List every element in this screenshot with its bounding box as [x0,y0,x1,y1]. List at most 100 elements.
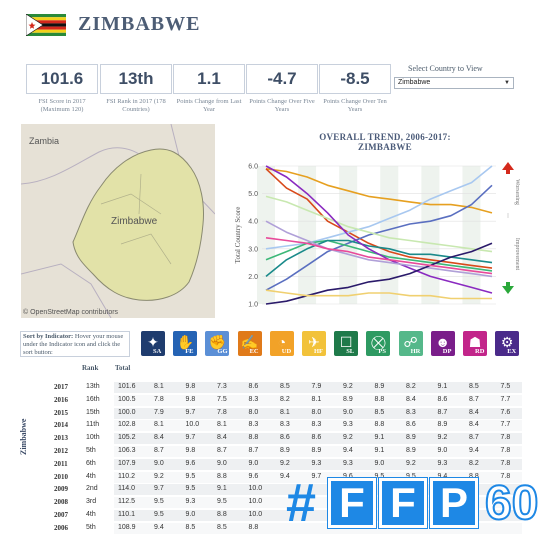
rank-cell: 13th [86,383,100,390]
indicator-value-cell: 8.8 [217,472,227,480]
rank-header[interactable]: Rank [82,364,98,372]
indicator-value-cell: 8.3 [280,421,290,429]
change-five-years-card: -4.7 [246,64,318,94]
worsening-arrow-icon [502,162,514,170]
indicator-value-cell: 9.2 [154,472,164,480]
indicator-value-cell: 8.3 [248,395,259,403]
indicator-value-cell: 8.5 [469,383,479,390]
total-cell: 108.9 [118,523,136,531]
indicator-value-cell: 9.0 [374,459,385,467]
indicator-value-cell: 8.1 [280,408,290,416]
indicator-value-cell: 8.7 [154,447,164,454]
total-cell: 107.9 [118,459,136,467]
indicator-value-cell: 8.2 [280,395,290,403]
indicator-value-cell: 7.5 [500,383,511,390]
rank-cell: 4th [86,511,96,518]
year-cell: 2017 [54,383,68,391]
indicator-value-cell: 9.5 [154,511,164,518]
rank-cell: 15th [86,408,100,416]
indicator-code: HF [314,348,324,355]
table-row[interactable]: 2017 13th 101.6 8.1 9.8 7.3 8.6 8.5 7.9 9.2 8.9 8.2… [46,382,522,393]
indicator-value-cell: 9.5 [217,498,227,506]
year-cell: 2007 [54,511,68,519]
watermark-letter: P [430,478,478,528]
indicator-code: SA [153,348,162,355]
watermark-hash: # [285,473,317,533]
table-row[interactable]: 2012 5th 106.3 8.7 9.8 8.7 8.7 8.9 8.9 9.4 9.1 8.9 9… [46,446,522,457]
table-row[interactable]: 2014 11th 102.8 8.1 10.0 8.1 8.3 8.3 8.3 9.3 8.8 8.… [46,420,522,432]
fsi-rank-caption: FSI Rank in 2017 (178 Countries) [106,98,166,113]
rank-cell: 10th [86,434,100,442]
y-tick-label: 2.0 [248,274,258,281]
indicator-value-cell: 8.9 [437,421,448,429]
indicator-value-cell: 7.8 [500,459,511,467]
rank-cell: 6th [86,459,96,467]
country-select[interactable]: Zimbabwe ▼ [394,77,514,89]
indicator-value-cell: 9.2 [437,434,448,442]
year-cell: 2011 [54,459,68,468]
indicator-value-cell: 8.4 [406,395,416,403]
indicator-value-cell: 9.7 [185,408,196,416]
map-credit: © OpenStreetMap contributors [23,309,119,316]
indicator-value-cell: 9.8 [185,447,196,454]
indicator-value-cell: 8.9 [280,447,290,454]
year-cell: 2016 [54,395,68,404]
sort-hint-title: Sort by Indicator: [23,333,74,340]
indicator-code: EC [249,348,259,355]
year-band [257,166,275,304]
table-row[interactable]: 2015 15th 100.0 7.9 9.7 7.8 8.0 8.1 8.0 9.0 8.5 8.3… [46,407,522,419]
indicator-value-cell: 9.5 [185,472,196,480]
year-band [380,166,399,304]
indicator-value-cell: 8.9 [406,434,416,442]
rank-cell: 11th [86,421,100,429]
y-tick-label: 1.0 [248,302,258,309]
y-tick-label: 6.0 [248,164,258,171]
trend-chart[interactable]: 1.0 2.0 3.0 4.0 5.0 6.0 Total Country Score Wor… [224,158,524,318]
sort-hint: Sort by Indicator: Hover your mouse unde… [20,331,130,357]
y-tick-label: 4.0 [248,219,258,226]
indicator-code: EX [507,348,517,355]
indicator-value-cell: 8.6 [406,421,416,429]
country-map[interactable]: Zambia Zimbabwe © OpenStreetMap contribu… [21,124,215,318]
table-row[interactable]: 2011 6th 107.9 9.0 9.6 9.0 9.0 9.2 9.3 9.3 9.0 9.2 9… [46,458,522,470]
indicator-value-cell: 8.7 [437,408,448,416]
country-side-label: Zimbabwe [19,418,28,455]
watermark-letter: F [379,478,427,528]
indicator-value-cell: 8.2 [406,383,416,390]
page-title: ZIMBABWE [78,13,201,35]
total-header[interactable]: Total [115,364,130,372]
change-ten-years-card: -8.5 [319,64,391,94]
indicator-value-cell: 7.5 [217,395,227,403]
year-cell: 2014 [54,421,68,430]
indicator-value-cell: 7.9 [154,408,164,416]
indicator-value-cell: 9.4 [469,447,479,454]
fsi-score-caption: FSI Score in 2017 (Maximum 120) [38,98,86,113]
indicator-value-cell: 8.6 [437,395,448,403]
indicator-value-cell: 8.6 [280,434,290,442]
indicator-value-cell: 9.3 [437,459,448,467]
chevron-down-icon[interactable]: ▼ [504,78,510,88]
watermark-letter: F [328,478,376,528]
worsening-label: Worsening [514,179,520,205]
indicator-value-cell: 7.8 [500,447,511,454]
indicator-code: GG [217,348,228,355]
indicator-value-cell: 9.5 [185,485,196,493]
indicator-value-cell: 8.9 [311,447,322,454]
indicator-value-cell: 9.3 [343,421,353,429]
table-row[interactable]: 2016 16th 100.5 7.8 9.8 7.5 8.3 8.2 8.1 8.9 8.8 8.4… [46,394,522,406]
indicator-value-cell: 8.1 [154,421,164,429]
total-cell: 112.5 [118,498,135,506]
indicator-value-cell: 8.5 [217,523,227,531]
table-row[interactable]: 2013 10th 105.2 8.4 9.7 8.4 8.8 8.6 8.6 9.2 9.1 8.9… [46,433,522,445]
indicator-value-cell: 10.0 [185,421,200,429]
year-cell: 2015 [54,408,68,417]
y-axis-label: Total Country Score [234,207,242,264]
indicator-value-cell: 8.0 [248,408,259,416]
indicator-value-cell: 9.0 [437,447,448,454]
watermark-number: 60 [484,476,539,531]
indicator-value-cell: 8.6 [311,434,322,442]
indicator-value-cell: 9.8 [185,383,196,390]
indicator-value-cell: 8.8 [248,434,259,442]
indicator-value-cell: 9.6 [185,459,196,467]
change-ten-years-caption: Points Change Over Ten Years [323,98,387,113]
